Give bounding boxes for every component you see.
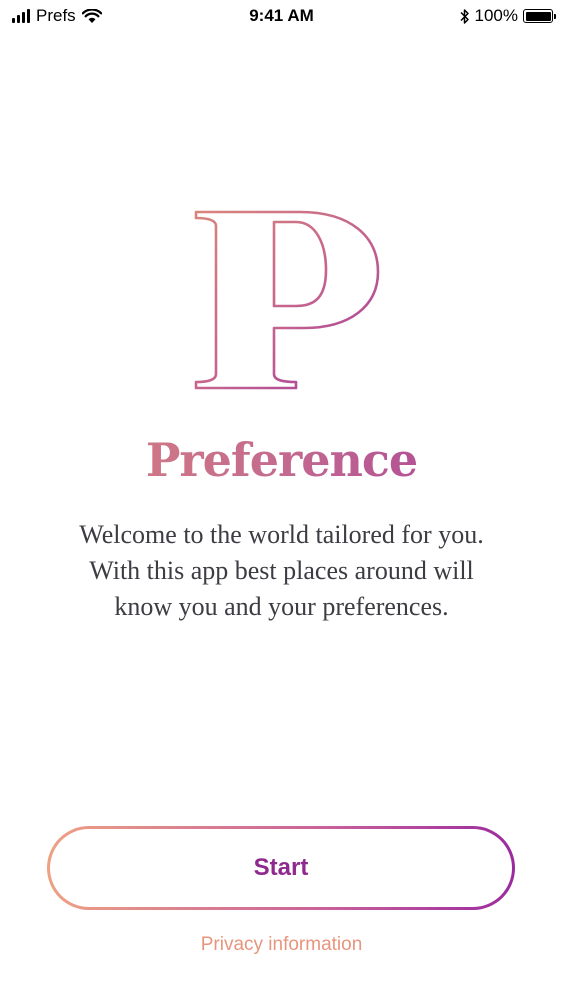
start-button-label: Start [253, 854, 309, 881]
welcome-line-1: Welcome to the world tailored for you. [79, 520, 484, 549]
welcome-text: Welcome to the world tailored for you. W… [30, 517, 533, 625]
welcome-line-2: With this app best places around will [89, 556, 474, 585]
preference-logo-icon [194, 210, 380, 390]
battery-percent: 100% [474, 6, 518, 25]
bluetooth-icon [459, 8, 469, 24]
status-right: 100% [459, 6, 556, 26]
status-bar: Prefs 9:41 AM 100% [0, 0, 563, 32]
welcome-line-3: know you and your preferences. [114, 592, 449, 621]
privacy-information-link[interactable]: Privacy information [0, 934, 563, 956]
battery-icon [523, 9, 556, 23]
start-button[interactable]: Start [47, 826, 515, 910]
app-title: Preference [0, 428, 563, 492]
